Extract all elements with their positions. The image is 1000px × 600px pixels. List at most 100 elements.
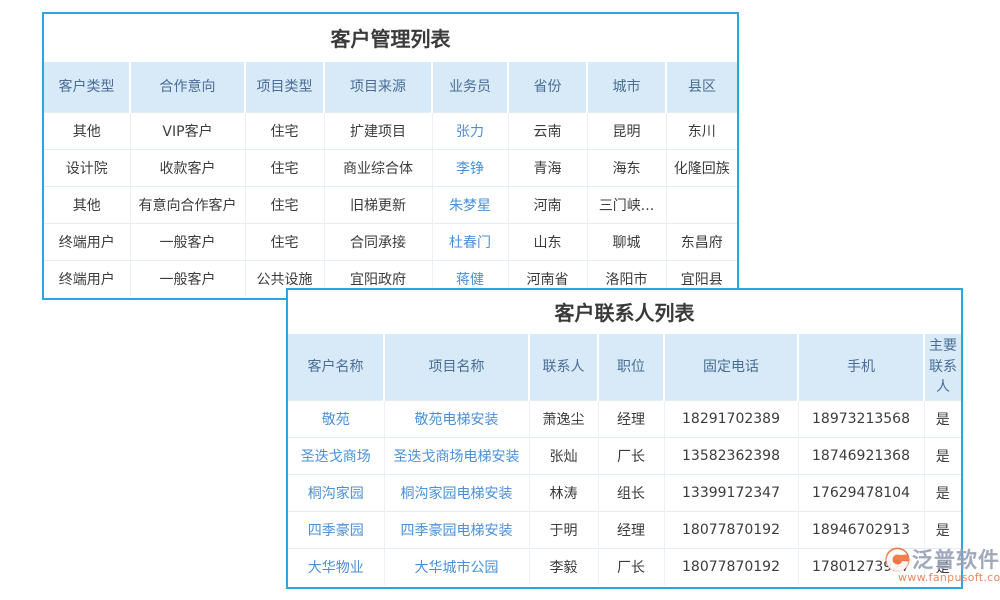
table-cell: 住宅	[245, 186, 324, 223]
salesperson-link[interactable]: 蒋健	[456, 272, 484, 288]
project-name-link[interactable]: 大华城市公园	[415, 560, 499, 576]
table-cell: 设计院	[44, 149, 130, 186]
table-row: 其他VIP客户住宅扩建项目 张力 云南昆明东川	[44, 112, 737, 149]
salesperson-link[interactable]: 李铮	[456, 161, 484, 177]
table-cell: 敬苑电梯安装	[384, 400, 529, 437]
salesperson-link[interactable]: 张力	[456, 124, 484, 140]
table-cell: 17801273927	[798, 548, 924, 585]
table-cell: 大华物业	[288, 548, 384, 585]
table-cell: 张灿	[529, 437, 598, 474]
table-cell: 敬苑	[288, 400, 384, 437]
table-cell: 18746921368	[798, 437, 924, 474]
salesperson-link[interactable]: 杜春门	[449, 235, 491, 251]
table-cell: 旧梯更新	[324, 186, 432, 223]
table-cell: 18946702913	[798, 511, 924, 548]
contact-table-title: 客户联系人列表	[288, 290, 961, 334]
table-cell: 18077870192	[664, 548, 798, 585]
table-cell: 是	[924, 437, 961, 474]
customer-name-link[interactable]: 四季豪园	[308, 523, 364, 539]
customer-management-panel: 客户管理列表 客户类型合作意向项目类型项目来源业务员省份城市县区 其他VIP客户…	[42, 12, 739, 300]
table-cell: 李毅	[529, 548, 598, 585]
table-cell: 是	[924, 474, 961, 511]
table-cell: 东昌府	[666, 223, 737, 260]
table-cell: 经理	[598, 511, 664, 548]
column-header: 客户名称	[288, 334, 384, 400]
customer-name-link[interactable]: 大华物业	[308, 560, 364, 576]
table-cell: 三门峡...	[587, 186, 666, 223]
table-cell: 圣迭戈商场电梯安装	[384, 437, 529, 474]
table-cell: 商业综合体	[324, 149, 432, 186]
project-name-link[interactable]: 敬苑电梯安装	[415, 412, 499, 428]
table-cell: 17629478104	[798, 474, 924, 511]
column-header: 项目名称	[384, 334, 529, 400]
page: 客户管理列表 客户类型合作意向项目类型项目来源业务员省份城市县区 其他VIP客户…	[0, 0, 1000, 600]
table-row: 桐沟家园桐沟家园电梯安装林涛组长1339917234717629478104是	[288, 474, 961, 511]
column-header: 项目类型	[245, 62, 324, 112]
table-cell: 是	[924, 548, 961, 585]
table-cell: 合同承接	[324, 223, 432, 260]
table-cell: 一般客户	[130, 260, 245, 297]
column-header: 联系人	[529, 334, 598, 400]
table-cell: 13582362398	[664, 437, 798, 474]
project-name-link[interactable]: 圣迭戈商场电梯安装	[394, 449, 520, 465]
table-cell: 其他	[44, 186, 130, 223]
table-cell: 18291702389	[664, 400, 798, 437]
table-cell: 圣迭戈商场	[288, 437, 384, 474]
table-row: 四季豪园四季豪园电梯安装于明经理1807787019218946702913是	[288, 511, 961, 548]
table-cell: 住宅	[245, 112, 324, 149]
table-cell: 昆明	[587, 112, 666, 149]
table-cell: 终端用户	[44, 260, 130, 297]
table-row: 其他有意向合作客户住宅旧梯更新朱梦星河南三门峡...	[44, 186, 737, 223]
table-row: 大华物业 大华城市公园 李毅厂长1807787019217801273927是	[288, 548, 961, 585]
table-row: 设计院收款客户住宅商业综合体李铮青海海东化隆回族	[44, 149, 737, 186]
customer-contacts-panel: 客户联系人列表 客户名称项目名称联系人职位固定电话手机主要联系人 敬苑敬苑电梯安…	[286, 288, 963, 589]
table-cell: 萧逸尘	[529, 400, 598, 437]
column-header: 合作意向	[130, 62, 245, 112]
table-cell: 经理	[598, 400, 664, 437]
table-cell: 李铮	[432, 149, 508, 186]
project-name-link[interactable]: 四季豪园电梯安装	[401, 523, 513, 539]
table-cell: 东川	[666, 112, 737, 149]
column-header: 主要联系人	[924, 334, 961, 400]
salesperson-link[interactable]: 朱梦星	[449, 198, 491, 214]
column-header: 省份	[508, 62, 587, 112]
table-cell: 收款客户	[130, 149, 245, 186]
customer-name-link[interactable]: 桐沟家园	[308, 486, 364, 502]
table-row: 圣迭戈商场圣迭戈商场电梯安装张灿厂长1358236239818746921368…	[288, 437, 961, 474]
table-cell: 张力	[432, 112, 508, 149]
table-cell: 终端用户	[44, 223, 130, 260]
customer-management-table: 客户类型合作意向项目类型项目来源业务员省份城市县区 其他VIP客户住宅扩建项目张…	[44, 62, 737, 297]
column-header: 项目来源	[324, 62, 432, 112]
table-cell: 住宅	[245, 149, 324, 186]
table-cell: 扩建项目	[324, 112, 432, 149]
table-cell: 厂长	[598, 548, 664, 585]
table-cell: 有意向合作客户	[130, 186, 245, 223]
column-header: 客户类型	[44, 62, 130, 112]
table-row: 终端用户一般客户住宅合同承接杜春门山东聊城东昌府	[44, 223, 737, 260]
table-cell: 于明	[529, 511, 598, 548]
table-cell: 组长	[598, 474, 664, 511]
table-cell: 桐沟家园	[288, 474, 384, 511]
table-cell: VIP客户	[130, 112, 245, 149]
table-cell: 18973213568	[798, 400, 924, 437]
column-header: 固定电话	[664, 334, 798, 400]
table-cell: 山东	[508, 223, 587, 260]
table-row: 敬苑敬苑电梯安装萧逸尘经理1829170238918973213568是	[288, 400, 961, 437]
customer-name-link[interactable]: 圣迭戈商场	[301, 449, 371, 465]
table-cell: 海东	[587, 149, 666, 186]
table-cell: 四季豪园	[288, 511, 384, 548]
table-cell: 聊城	[587, 223, 666, 260]
project-name-link[interactable]: 桐沟家园电梯安装	[401, 486, 513, 502]
table-cell: 杜春门	[432, 223, 508, 260]
table-cell: 18077870192	[664, 511, 798, 548]
table-cell: 桐沟家园电梯安装	[384, 474, 529, 511]
column-header: 城市	[587, 62, 666, 112]
table-cell: 云南	[508, 112, 587, 149]
table-cell: 大华城市公园	[384, 548, 529, 585]
table-cell: 其他	[44, 112, 130, 149]
table-cell: 住宅	[245, 223, 324, 260]
header-row: 客户类型合作意向项目类型项目来源业务员省份城市县区	[44, 62, 737, 112]
customer-name-link[interactable]: 敬苑	[322, 412, 350, 428]
table-cell: 朱梦星	[432, 186, 508, 223]
table-cell: 林涛	[529, 474, 598, 511]
